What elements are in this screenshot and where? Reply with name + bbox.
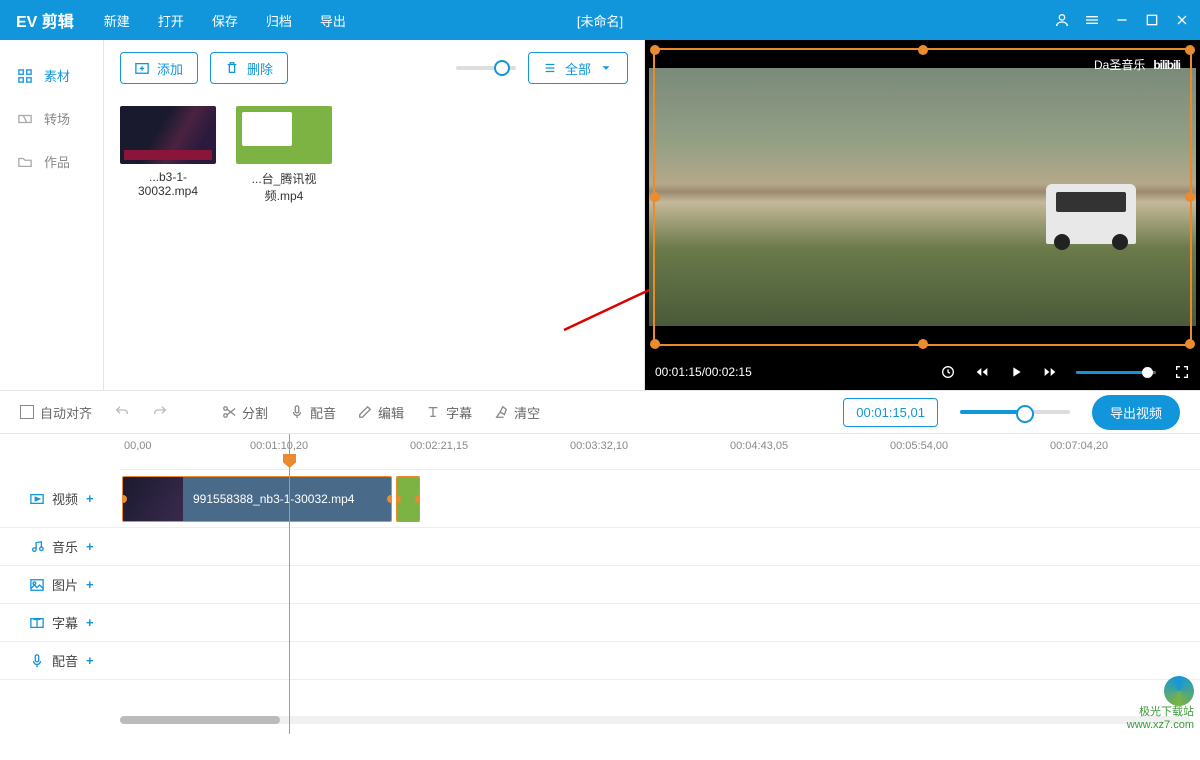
sidebar-item-works[interactable]: 作品	[0, 140, 103, 183]
video-canvas[interactable]: Da圣音乐 bilibili	[647, 42, 1198, 352]
track-dub: 配音 +	[0, 642, 1200, 680]
sidebar: 素材 转场 作品	[0, 40, 104, 390]
music-icon	[30, 540, 44, 554]
play-icon[interactable]	[1008, 364, 1024, 380]
add-icon	[135, 61, 149, 75]
grid-icon	[18, 69, 32, 83]
preview-timecode: 00:01:15/00:02:15	[655, 365, 752, 379]
clear-button[interactable]: 清空	[494, 403, 540, 422]
window-controls	[1054, 12, 1190, 28]
timeline-clip-1[interactable]: 991558388_nb3-1-30032.mp4	[122, 476, 392, 522]
selection-frame[interactable]	[653, 48, 1192, 346]
edit-button[interactable]: 编辑	[358, 403, 404, 422]
timeline-zoom-slider[interactable]	[960, 410, 1070, 414]
sidebar-item-material[interactable]: 素材	[0, 54, 103, 97]
track-image: 图片 +	[0, 566, 1200, 604]
app-title: EV 剪辑	[10, 8, 74, 32]
track-audio: 音乐 +	[0, 528, 1200, 566]
chevron-down-icon	[599, 61, 613, 75]
current-timecode[interactable]: 00:01:15,01	[843, 398, 938, 427]
transition-icon	[18, 112, 32, 126]
preview-panel: Da圣音乐 bilibili 00:01:15/00:02:15	[645, 40, 1200, 390]
list-icon	[543, 61, 557, 75]
material-thumb-1[interactable]: ...b3-1-30032.mp4	[120, 106, 216, 204]
add-track-icon[interactable]: +	[86, 653, 94, 668]
timeline: 00,00 00:01:10,20 00:02:21,15 00:03:32,1…	[0, 434, 1200, 734]
folder-icon	[18, 155, 32, 169]
timeline-clip-2[interactable]	[396, 476, 420, 522]
logo-swirl-icon	[1164, 676, 1194, 706]
track-video: 视频 + 991558388_nb3-1-30032.mp4	[0, 470, 1200, 528]
thumbnail-icon	[236, 106, 332, 164]
next-icon[interactable]	[1042, 364, 1058, 380]
pencil-icon	[358, 405, 372, 419]
resize-handle-icon[interactable]	[918, 45, 928, 55]
dub-button[interactable]: 配音	[290, 403, 336, 422]
checkbox-icon	[20, 405, 34, 419]
timeline-ruler[interactable]: 00,00 00:01:10,20 00:02:21,15 00:03:32,1…	[120, 434, 1200, 470]
auto-align-checkbox[interactable]: 自动对齐	[20, 403, 92, 422]
material-panel: 添加 删除 全部 ...b3-1-30032.mp4 ...台_腾讯视频.mp4	[104, 40, 645, 390]
add-track-icon[interactable]: +	[86, 615, 94, 630]
filter-dropdown[interactable]: 全部	[528, 52, 628, 84]
maximize-icon[interactable]	[1144, 12, 1160, 28]
menu-export[interactable]: 导出	[320, 11, 346, 30]
add-track-icon[interactable]: +	[86, 539, 94, 554]
resize-handle-icon[interactable]	[1185, 339, 1195, 349]
timeline-scrollbar[interactable]	[120, 716, 1190, 724]
volume-slider[interactable]	[1076, 371, 1156, 374]
document-title: [未命名]	[577, 11, 623, 30]
resize-handle-icon[interactable]	[650, 192, 660, 202]
resize-handle-icon[interactable]	[650, 45, 660, 55]
resize-handle-icon[interactable]	[650, 339, 660, 349]
sidebar-item-transition[interactable]: 转场	[0, 97, 103, 140]
undo-icon[interactable]	[114, 404, 130, 420]
page-watermark: 极光下载站 www.xz7.com	[1127, 676, 1194, 732]
title-bar: EV 剪辑 新建 打开 保存 归档 导出 [未命名]	[0, 0, 1200, 40]
add-track-icon[interactable]: +	[86, 491, 94, 506]
user-icon[interactable]	[1054, 12, 1070, 28]
delete-button[interactable]: 删除	[210, 52, 288, 84]
clip-handle-icon[interactable]	[415, 495, 420, 503]
resize-handle-icon[interactable]	[918, 339, 928, 349]
add-button[interactable]: 添加	[120, 52, 198, 84]
text-icon	[426, 405, 440, 419]
dub-track-icon	[30, 654, 44, 668]
resize-handle-icon[interactable]	[1185, 192, 1195, 202]
minimize-icon[interactable]	[1114, 12, 1130, 28]
clip-handle-icon[interactable]	[387, 495, 392, 503]
trash-icon	[225, 61, 239, 75]
subtitle-button[interactable]: 字幕	[426, 403, 472, 422]
mic-icon	[290, 405, 304, 419]
scissors-icon	[222, 405, 236, 419]
redo-icon[interactable]	[152, 404, 168, 420]
menu-new[interactable]: 新建	[104, 11, 130, 30]
main-menu: 新建 打开 保存 归档 导出	[104, 11, 346, 30]
preview-controls: 00:01:15/00:02:15	[645, 354, 1200, 390]
menu-save[interactable]: 保存	[212, 11, 238, 30]
clip-thumbnail	[123, 477, 183, 521]
export-video-button[interactable]: 导出视频	[1092, 395, 1180, 430]
clip-handle-icon[interactable]	[396, 495, 401, 503]
close-icon[interactable]	[1174, 12, 1190, 28]
timeline-toolbar: 自动对齐 分割 配音 编辑 字幕 清空 00:01:15,01 导出视频	[0, 390, 1200, 434]
thumb-size-slider[interactable]	[456, 66, 516, 70]
material-thumb-2[interactable]: ...台_腾讯视频.mp4	[236, 106, 332, 204]
broom-icon	[494, 405, 508, 419]
playhead[interactable]	[289, 434, 290, 734]
fullscreen-icon[interactable]	[1174, 364, 1190, 380]
split-button[interactable]: 分割	[222, 403, 268, 422]
prev-icon[interactable]	[974, 364, 990, 380]
track-subtitle: 字幕 +	[0, 604, 1200, 642]
thumbnail-icon	[120, 106, 216, 164]
skin-icon[interactable]	[1084, 12, 1100, 28]
subtitle-track-icon	[30, 616, 44, 630]
loop-icon[interactable]	[940, 364, 956, 380]
menu-open[interactable]: 打开	[158, 11, 184, 30]
menu-archive[interactable]: 归档	[266, 11, 292, 30]
resize-handle-icon[interactable]	[1185, 45, 1195, 55]
add-track-icon[interactable]: +	[86, 577, 94, 592]
video-icon	[30, 492, 44, 506]
image-icon	[30, 578, 44, 592]
